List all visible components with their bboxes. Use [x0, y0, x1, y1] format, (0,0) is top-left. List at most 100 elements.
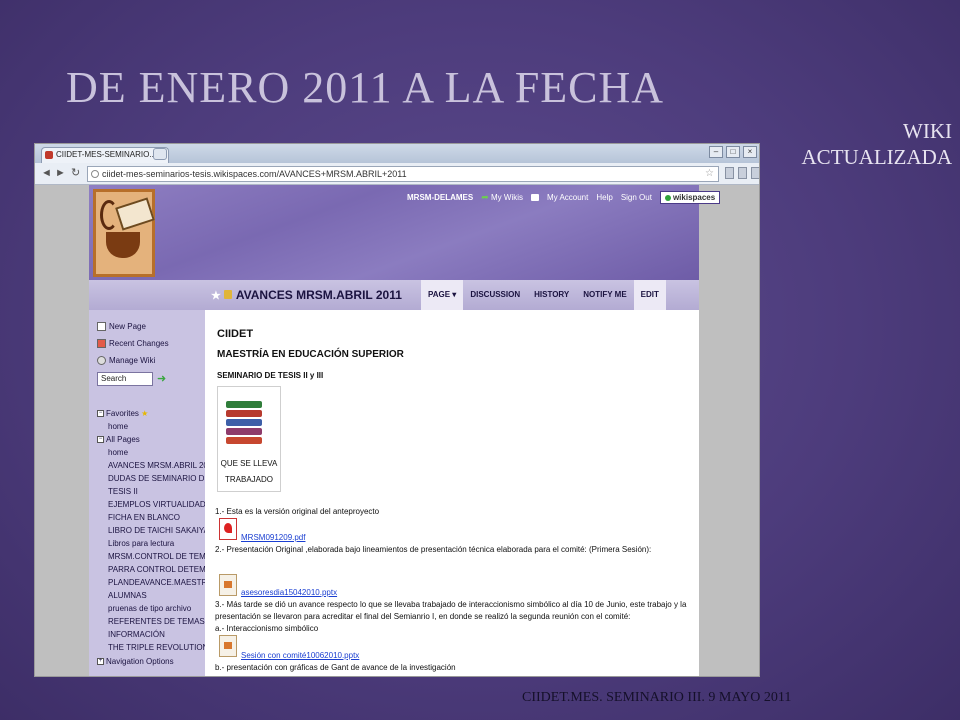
list-item-3a: a.- Interaccionismo simbólico: [215, 624, 319, 633]
right-margin: [699, 185, 759, 676]
content-heading-1: CIIDET: [217, 328, 254, 340]
browser-tab-bar: CIIDET-MES-SEMINARIO... × – □ ×: [35, 144, 759, 163]
pptx-file-icon[interactable]: [219, 635, 237, 657]
browser-tools: [725, 167, 759, 179]
sidebar-page-item[interactable]: EJEMPLOS VIRTUALIDAD: [108, 500, 205, 509]
page-menu-icon[interactable]: [738, 167, 747, 179]
browser-tab[interactable]: CIIDET-MES-SEMINARIO... ×: [41, 147, 169, 163]
file-link-pptx-1[interactable]: asesoresdia15042010.pptx: [241, 588, 337, 597]
file-link-pdf[interactable]: MRSM091209.pdf: [241, 533, 305, 542]
navigation-options-label: Navigation Options: [106, 657, 174, 666]
collapse-icon: −: [97, 410, 104, 418]
favorite-star-icon[interactable]: ★: [211, 290, 221, 302]
back-button[interactable]: ◄: [41, 167, 52, 180]
new-page-link[interactable]: New Page: [97, 322, 146, 332]
close-window-button[interactable]: ×: [743, 146, 757, 158]
help-link[interactable]: Help: [596, 193, 612, 202]
sidebar-page-item[interactable]: INFORMACIÓN: [108, 630, 165, 639]
search-go-icon[interactable]: ➜: [157, 372, 166, 385]
slide-footer: CIIDET.MES. SEMINARIO III. 9 MAYO 2011: [522, 690, 792, 705]
logo-cup: [106, 232, 140, 258]
book: [226, 419, 262, 426]
manage-wiki-label: Manage Wiki: [109, 356, 156, 365]
forward-button[interactable]: ►: [55, 167, 66, 180]
wikispaces-label: wikispaces: [672, 193, 716, 202]
my-wikis-label: My Wikis: [491, 193, 523, 202]
sidebar-page-item[interactable]: home: [108, 448, 128, 457]
sidebar-page-item[interactable]: FICHA EN BLANCO: [108, 513, 180, 522]
gear-icon: [97, 356, 106, 366]
book: [226, 437, 262, 444]
sidebar-page-item[interactable]: Libros para lectura: [108, 539, 174, 548]
reload-button[interactable]: ↻: [71, 167, 80, 180]
favorites-item[interactable]: home: [108, 422, 128, 431]
book: [226, 428, 262, 435]
content-heading-3: SEMINARIO DE TESIS II y III: [217, 371, 324, 380]
content-heading-2: MAESTRÍA EN EDUCACIÓN SUPERIOR: [217, 349, 404, 360]
book: [226, 410, 262, 417]
recent-changes-link[interactable]: Recent Changes: [97, 339, 169, 349]
bookmark-star-icon[interactable]: ☆: [705, 167, 714, 181]
collapse-icon: −: [97, 436, 104, 444]
manage-wiki-link[interactable]: Manage Wiki: [97, 356, 156, 366]
side-label: WIKI ACTUALIZADA: [801, 119, 952, 169]
wrench-icon[interactable]: [751, 167, 759, 179]
address-bar[interactable]: ciidet-mes-seminarios-tesis.wikispaces.c…: [87, 166, 719, 182]
sign-out-link[interactable]: Sign Out: [621, 193, 652, 202]
calendar-icon: [97, 339, 106, 349]
new-tab-button[interactable]: [153, 148, 167, 160]
lock-icon: [223, 290, 232, 299]
user-bar: MRSM-DELAMES ➦ My Wikis My Account Help …: [407, 191, 721, 204]
my-wikis-icon: ➦: [481, 192, 489, 202]
image-caption-line-2: TRABAJADO: [224, 475, 273, 484]
sidebar-page-item[interactable]: PARRA CONTROL DETEMA: [108, 565, 205, 574]
mail-icon[interactable]: [531, 194, 539, 201]
page-content: CIIDET MAESTRÍA EN EDUCACIÓN SUPERIOR SE…: [205, 310, 699, 676]
tab-history[interactable]: HISTORY: [527, 280, 576, 310]
tab-edit[interactable]: EDIT: [633, 280, 666, 310]
my-account-link[interactable]: My Account: [547, 193, 588, 202]
wiki-header: MRSM-DELAMES ➦ My Wikis My Account Help …: [89, 185, 721, 280]
sidebar-page-item[interactable]: THE TRIPLE REVOLUTION: [108, 643, 205, 652]
expand-icon: +: [97, 658, 104, 666]
gmail-icon[interactable]: [725, 167, 734, 179]
tab-page[interactable]: PAGE ▾: [421, 280, 464, 310]
sidebar-page-item[interactable]: ALUMNAS: [108, 591, 147, 600]
file-link-pptx-2[interactable]: Sesión con comité10062010.pptx: [241, 651, 359, 660]
sidebar-page-item[interactable]: AVANCES MRSM.ABRIL 20: [108, 461, 205, 470]
favorites-star-icon: ★: [141, 409, 149, 418]
logo-book: [115, 197, 155, 231]
new-page-icon: [97, 322, 106, 332]
sidebar-page-item[interactable]: PLANDEAVANCE.MAESTRO: [108, 578, 205, 587]
favorites-header[interactable]: − Favorites ★: [97, 409, 148, 418]
username-link[interactable]: MRSM-DELAMES: [407, 193, 473, 202]
search-input[interactable]: Search: [97, 372, 153, 386]
wiki-sidebar: New Page Recent Changes Manage Wiki Sear…: [89, 310, 205, 676]
pdf-file-icon[interactable]: [219, 518, 237, 540]
maximize-button[interactable]: □: [726, 146, 740, 158]
book: [226, 401, 262, 408]
page-bar: ★ AVANCES MRSM.ABRIL 2011 PAGE ▾ DISCUSSI…: [89, 280, 699, 310]
new-page-label: New Page: [109, 322, 146, 331]
wiki-logo-icon[interactable]: [93, 189, 155, 277]
navigation-options-header[interactable]: + Navigation Options: [97, 657, 174, 666]
tab-discussion[interactable]: DISCUSSION: [463, 280, 527, 310]
sidebar-page-item[interactable]: TESIS II: [108, 487, 138, 496]
sidebar-page-item[interactable]: REFERENTES DE TEMAS E: [108, 617, 205, 626]
tab-notify-me[interactable]: NOTIFY ME: [576, 280, 633, 310]
my-wikis-link[interactable]: ➦ My Wikis: [481, 192, 523, 203]
list-item-2: 2.- Presentación Original ,elaborada baj…: [215, 545, 652, 554]
browser-screenshot: CIIDET-MES-SEMINARIO... × – □ × ◄ ► ↻ ci…: [34, 143, 760, 677]
recent-changes-label: Recent Changes: [109, 339, 169, 348]
all-pages-header[interactable]: − All Pages: [97, 435, 140, 444]
browser-tab-title: CIIDET-MES-SEMINARIO...: [56, 150, 157, 159]
wikispaces-badge[interactable]: wikispaces: [659, 191, 721, 204]
books-image[interactable]: QUE SE LLEVA TRABAJADO: [217, 386, 281, 492]
sidebar-page-item[interactable]: DUDAS DE SEMINARIO DE: [108, 474, 205, 483]
sidebar-page-item[interactable]: MRSM.CONTROL DE TEMA: [108, 552, 205, 561]
pptx-file-icon[interactable]: [219, 574, 237, 596]
page-tabs: PAGE ▾ DISCUSSION HISTORY NOTIFY ME EDIT: [421, 280, 666, 310]
minimize-button[interactable]: –: [709, 146, 723, 158]
sidebar-page-item[interactable]: pruenas de tipo archivo: [108, 604, 191, 613]
sidebar-page-item[interactable]: LIBRO DE TAICHI SAKAIYA: [108, 526, 205, 535]
